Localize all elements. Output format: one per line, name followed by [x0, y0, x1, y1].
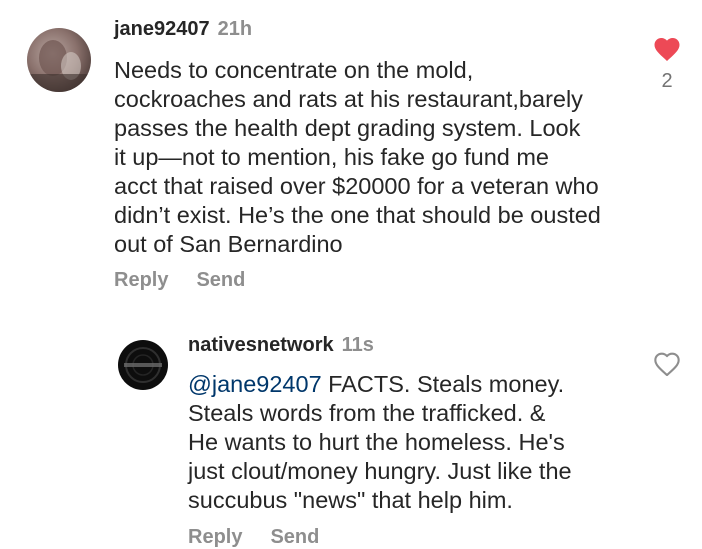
comment-line: succubus "news" that help him. [188, 487, 513, 513]
username-text[interactable]: nativesnetwork [188, 334, 334, 356]
like-count: 2 [661, 70, 673, 92]
send-button[interactable]: Send [196, 269, 245, 291]
like-button[interactable]: 2 [648, 34, 686, 93]
comment-line: cockroaches and rats at his restaurant,b… [114, 86, 583, 112]
comment-line: Needs to concentrate on the mold, [114, 57, 474, 83]
comment-line: didn’t exist. He’s the one that should b… [114, 202, 601, 228]
reply-button[interactable]: Reply [114, 269, 168, 291]
reply-button[interactable]: Reply [188, 526, 242, 548]
comment-line: He wants to hurt the homeless. He's [188, 429, 565, 455]
comment-actions: Reply Send [114, 269, 245, 292]
comment-text: FACTS. Steals money. [321, 371, 565, 397]
comment-actions: Reply Send [188, 526, 319, 549]
comment-body: Needs to concentrate on the mold, cockro… [114, 56, 601, 259]
heart-outline-icon [654, 352, 680, 376]
heart-filled-icon [654, 38, 680, 61]
comment-line: Steals words from the trafficked. & [188, 400, 546, 426]
comment-timestamp: 21h [217, 18, 253, 40]
mention-link[interactable]: @jane92407 [188, 371, 322, 397]
avatar-image [118, 340, 168, 390]
comment-line: passes the health dept grading system. L… [114, 115, 581, 141]
send-button[interactable]: Send [270, 526, 319, 548]
comment-timestamp: 11s [341, 334, 374, 356]
like-button[interactable] [650, 350, 684, 376]
username-text[interactable]: jane92407 [114, 18, 210, 40]
comment-line: just clout/money hungry. Just like the [188, 458, 572, 484]
comment-line: acct that raised over $20000 for a veter… [114, 173, 599, 199]
comment-username[interactable]: nativesnetwork 11s [188, 334, 374, 357]
comment-line: out of San Bernardino [114, 231, 343, 257]
avatar-nativesnetwork[interactable] [118, 340, 168, 390]
comment-line: @jane92407 FACTS. Steals money. [188, 370, 572, 399]
comment-line: it up—not to mention, his fake go fund m… [114, 144, 550, 170]
comment-username[interactable]: jane92407 21h [114, 18, 252, 41]
avatar-image [27, 28, 91, 92]
comment-body: @jane92407 FACTS. Steals money. Steals w… [188, 370, 572, 515]
avatar-jane92407[interactable] [27, 28, 91, 92]
